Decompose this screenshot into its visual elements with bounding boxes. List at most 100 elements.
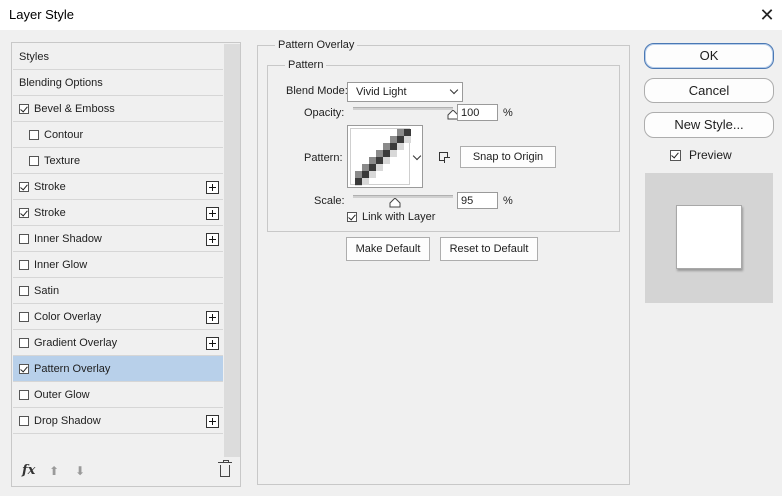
pattern-cell — [383, 150, 390, 157]
scale-percent: % — [503, 195, 513, 207]
title-bar: Layer Style ✕ — [0, 0, 782, 30]
pattern-cell — [369, 171, 376, 178]
pattern-cell — [390, 143, 397, 150]
link-with-layer-checkbox[interactable]: Link with Layer — [347, 211, 435, 223]
style-item-stroke-2[interactable]: Stroke — [13, 200, 223, 226]
style-item-label: Drop Shadow — [34, 414, 101, 427]
style-checkbox[interactable] — [19, 103, 29, 114]
add-effect-plus-icon[interactable] — [206, 207, 219, 220]
add-effect-plus-icon[interactable] — [206, 233, 219, 246]
opacity-slider-track[interactable] — [353, 107, 453, 110]
style-item-inner-glow[interactable]: Inner Glow — [13, 252, 223, 278]
style-checkbox[interactable] — [19, 311, 29, 322]
chevron-down-icon — [449, 85, 459, 95]
style-item-satin[interactable]: Satin — [13, 278, 223, 304]
style-checkbox[interactable] — [29, 155, 39, 166]
style-checkbox[interactable] — [19, 363, 29, 374]
style-checkbox[interactable] — [19, 415, 29, 426]
pattern-cell — [404, 129, 411, 136]
pattern-overlay-title: Pattern Overlay — [275, 39, 358, 51]
style-checkbox[interactable] — [19, 389, 29, 400]
style-checkbox[interactable] — [29, 129, 39, 140]
add-effect-plus-icon[interactable] — [206, 415, 219, 428]
pattern-cell — [376, 164, 383, 171]
blend-mode-label: Blend Mode: — [286, 85, 348, 97]
style-item-pattern-overlay[interactable]: Pattern Overlay — [13, 356, 223, 382]
pattern-cell — [362, 171, 369, 178]
style-item-color-overlay[interactable]: Color Overlay — [13, 304, 223, 330]
link-with-layer-check[interactable] — [347, 212, 357, 222]
style-checkbox[interactable] — [19, 233, 29, 244]
ok-button[interactable]: OK — [644, 43, 774, 69]
pattern-cell — [376, 157, 383, 164]
style-checkbox[interactable] — [19, 181, 29, 192]
style-item-outer-glow[interactable]: Outer Glow — [13, 382, 223, 408]
style-checkbox[interactable] — [19, 259, 29, 270]
opacity-label: Opacity: — [304, 107, 345, 119]
pattern-cell — [397, 129, 404, 136]
pattern-swatch[interactable] — [347, 125, 423, 192]
style-item-label: Color Overlay — [34, 310, 102, 323]
scale-input[interactable]: 95 — [457, 192, 498, 209]
style-item-label: Stroke — [34, 180, 66, 193]
style-item-inner-shadow[interactable]: Inner Shadow — [13, 226, 223, 252]
style-item-label: Stroke — [34, 206, 66, 219]
style-item-label: Blending Options — [19, 76, 103, 89]
pattern-cell — [404, 136, 411, 143]
fx-button[interactable]: fx — [22, 463, 35, 478]
style-item-blending-options[interactable]: Blending Options — [13, 70, 223, 96]
add-effect-plus-icon[interactable] — [206, 337, 219, 350]
styles-scrollbar[interactable] — [224, 44, 240, 457]
blend-mode-value: Vivid Light — [356, 86, 407, 98]
style-item-drop-shadow[interactable]: Drop Shadow — [13, 408, 223, 434]
style-item-texture[interactable]: Texture — [13, 148, 223, 174]
style-item-label: Outer Glow — [34, 388, 90, 401]
add-effect-plus-icon[interactable] — [206, 181, 219, 194]
styles-panel: Styles Blending Options Bevel & Emboss Cont… — [11, 42, 241, 487]
move-down-icon[interactable]: ⬇ — [75, 464, 85, 478]
pattern-cell — [362, 178, 369, 185]
new-preset-icon[interactable] — [439, 152, 450, 163]
opacity-input[interactable]: 100 — [457, 104, 498, 121]
preview-label: Preview — [689, 148, 732, 162]
style-item-label: Pattern Overlay — [34, 362, 111, 375]
style-item-label: Inner Shadow — [34, 232, 102, 245]
styles-footer: fx ⬆ ⬇ — [13, 459, 239, 485]
scale-value: 95 — [461, 195, 474, 207]
close-icon[interactable]: ✕ — [756, 4, 778, 26]
blend-mode-select[interactable]: Vivid Light — [347, 82, 463, 102]
pattern-group-title: Pattern — [285, 59, 327, 71]
preview-checkbox[interactable]: Preview — [670, 148, 732, 162]
snap-to-origin-button[interactable]: Snap to Origin — [460, 146, 556, 168]
style-item-bevel-emboss[interactable]: Bevel & Emboss — [13, 96, 223, 122]
style-checkbox[interactable] — [19, 337, 29, 348]
style-item-label: Styles — [19, 50, 49, 63]
trash-icon[interactable] — [218, 460, 232, 477]
preview-check[interactable] — [670, 149, 681, 161]
style-item-gradient-overlay[interactable]: Gradient Overlay — [13, 330, 223, 356]
style-checkbox[interactable] — [19, 285, 29, 296]
preview-thumbnail — [676, 205, 742, 269]
make-default-button[interactable]: Make Default — [346, 237, 430, 261]
style-item-styles[interactable]: Styles — [13, 44, 223, 70]
pattern-cell — [355, 178, 362, 185]
move-up-icon[interactable]: ⬆ — [49, 464, 59, 478]
style-item-label: Satin — [34, 284, 60, 297]
pattern-cell — [383, 157, 390, 164]
scale-slider-track[interactable] — [353, 195, 453, 198]
add-effect-plus-icon[interactable] — [206, 311, 219, 324]
style-item-stroke[interactable]: Stroke — [13, 174, 223, 200]
pattern-cell — [369, 157, 376, 164]
pattern-cell — [390, 136, 397, 143]
style-item-contour[interactable]: Contour — [13, 122, 223, 148]
style-checkbox[interactable] — [19, 207, 29, 218]
reset-to-default-button[interactable]: Reset to Default — [440, 237, 538, 261]
style-item-label: Bevel & Emboss — [34, 102, 115, 115]
cancel-button[interactable]: Cancel — [644, 78, 774, 103]
pattern-cell — [355, 171, 362, 178]
pattern-preview — [350, 128, 411, 192]
scale-label: Scale: — [314, 195, 345, 207]
pattern-cell — [390, 150, 397, 157]
pattern-cell — [369, 164, 376, 171]
new-style-button[interactable]: New Style... — [644, 112, 774, 138]
